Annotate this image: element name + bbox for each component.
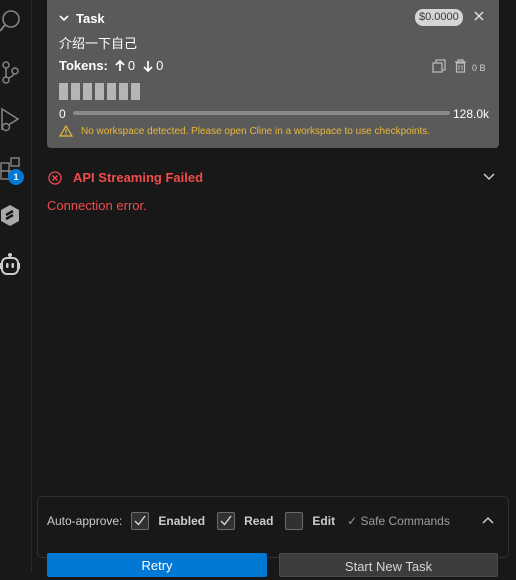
- history-block: [95, 83, 104, 100]
- auto-approve-label: Auto-approve:: [47, 514, 123, 528]
- read-checkbox[interactable]: [217, 512, 236, 530]
- task-text: 介绍一下自己: [59, 37, 138, 52]
- context-min: 0: [59, 107, 66, 121]
- history-blocks: [59, 83, 140, 100]
- retry-button[interactable]: Retry: [47, 553, 267, 577]
- chevron-up-icon[interactable]: [482, 516, 494, 524]
- source-control-icon[interactable]: [0, 59, 28, 87]
- checkpoint-warning: No workspace detected. Please open Cline…: [59, 125, 430, 137]
- search-icon[interactable]: [0, 7, 28, 35]
- history-block: [131, 83, 140, 100]
- tokens-row: Tokens: 0 0: [59, 58, 163, 73]
- context-max: 128.0k: [453, 107, 490, 121]
- tokens-in: 0: [127, 58, 136, 73]
- history-block: [107, 83, 116, 100]
- arrow-up-icon: [115, 59, 125, 71]
- chevron-down-icon[interactable]: [59, 13, 69, 23]
- start-new-task-button[interactable]: Start New Task: [279, 553, 498, 577]
- safe-commands-option[interactable]: ✓ Safe Commands: [347, 514, 450, 528]
- history-block: [59, 83, 68, 100]
- warning-text: No workspace detected. Please open Cline…: [81, 125, 431, 137]
- task-title: Task: [76, 10, 105, 26]
- error-icon: [48, 171, 62, 185]
- close-icon[interactable]: [472, 9, 486, 23]
- read-option-label[interactable]: Read: [244, 514, 273, 528]
- copy-icon[interactable]: [432, 59, 446, 76]
- error-message: Connection error.: [47, 198, 147, 213]
- trash-icon[interactable]: [454, 59, 467, 76]
- enabled-checkbox[interactable]: [131, 512, 150, 530]
- history-block: [119, 83, 128, 100]
- context-window-bar: [73, 111, 450, 115]
- auto-approve-panel: Auto-approve: Enabled Read Edit ✓ Safe C…: [37, 496, 509, 558]
- enabled-option-label[interactable]: Enabled: [158, 514, 205, 528]
- error-header[interactable]: API Streaming Failed: [47, 169, 499, 187]
- task-actions: 0 B: [432, 59, 486, 76]
- activity-bar: 1: [0, 0, 32, 572]
- cube-extension-icon[interactable]: [0, 203, 28, 231]
- edit-option-label[interactable]: Edit: [312, 514, 335, 528]
- warning-icon: [59, 125, 73, 137]
- edit-checkbox[interactable]: [285, 512, 304, 530]
- run-debug-icon[interactable]: [0, 106, 28, 134]
- task-size: 0 B: [472, 62, 486, 73]
- tokens-out: 0: [156, 58, 164, 73]
- check-icon: [220, 515, 232, 526]
- history-block: [83, 83, 92, 100]
- auto-approve-row: Auto-approve: Enabled Read Edit ✓ Safe C…: [47, 511, 450, 531]
- arrow-down-icon: [143, 60, 153, 72]
- task-header[interactable]: Task: [59, 9, 105, 27]
- error-title: API Streaming Failed: [73, 170, 204, 185]
- history-block: [71, 83, 80, 100]
- cline-robot-icon[interactable]: [0, 252, 28, 280]
- tokens-label: Tokens:: [59, 58, 108, 73]
- task-panel: Task $0.0000 介绍一下自己 Tokens: 0 0 0 B 0 12…: [47, 0, 499, 148]
- check-icon: [134, 515, 146, 526]
- cost-badge: $0.0000: [415, 9, 463, 26]
- extensions-badge: 1: [8, 169, 24, 185]
- chevron-down-icon[interactable]: [483, 173, 495, 181]
